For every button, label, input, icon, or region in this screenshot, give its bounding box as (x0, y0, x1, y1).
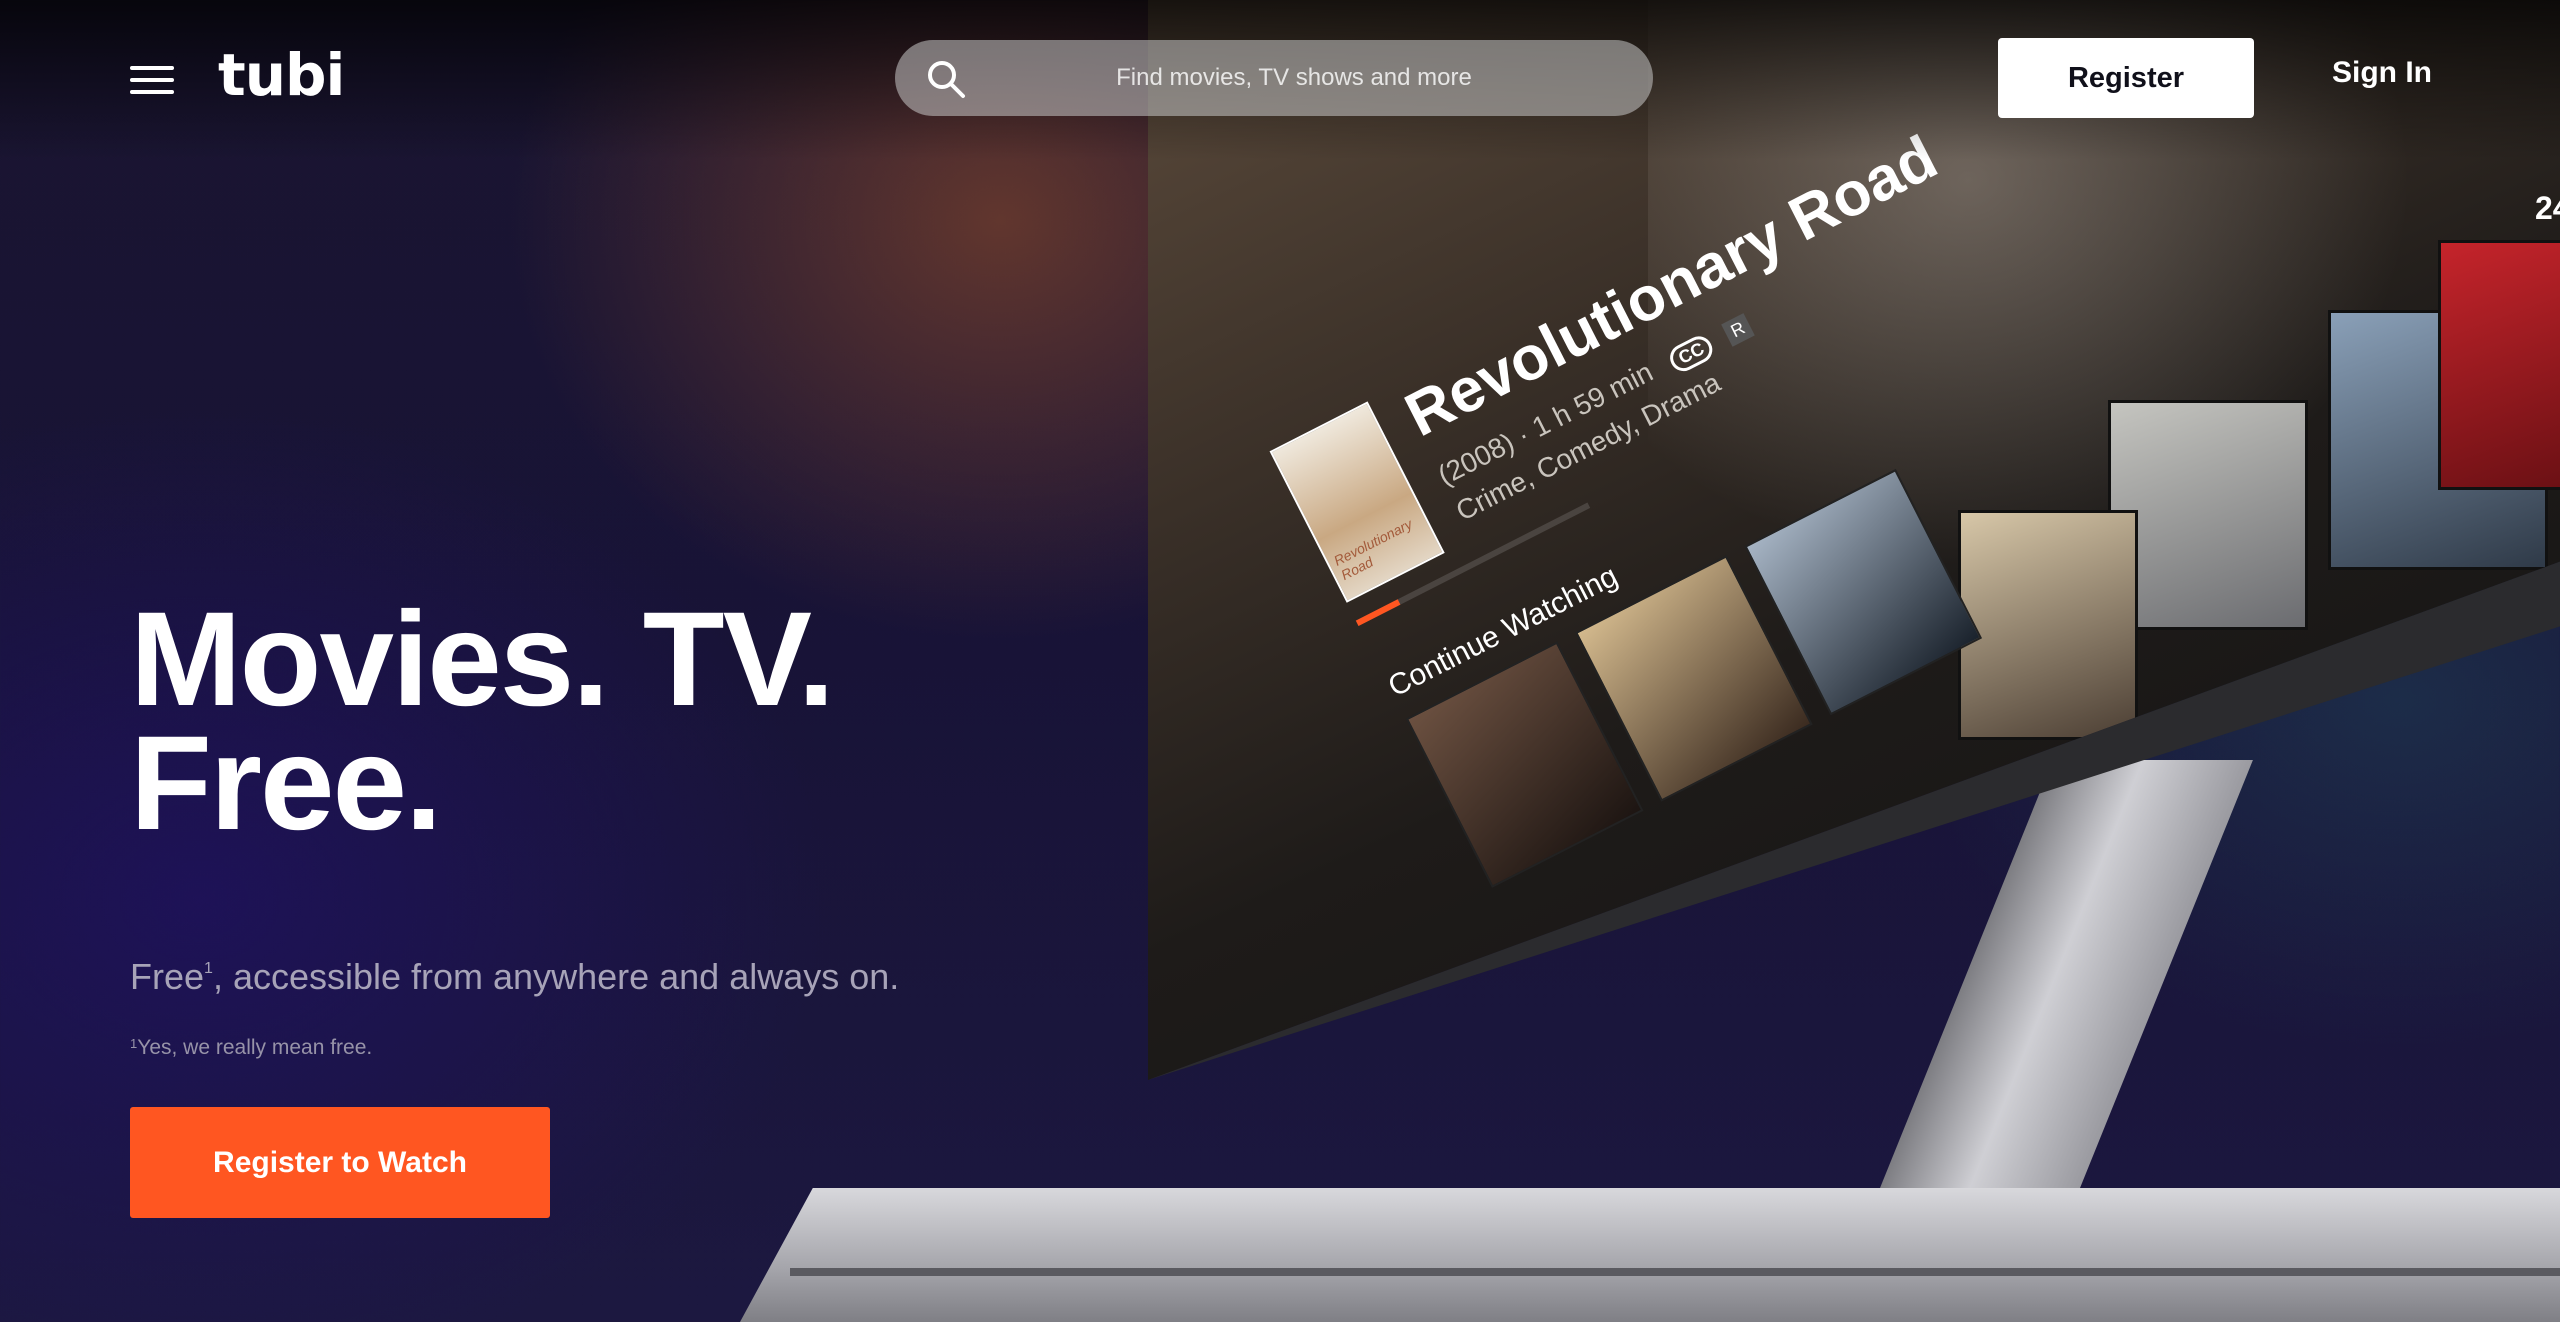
search-icon (928, 61, 965, 98)
menu-icon[interactable] (130, 66, 174, 94)
tubi-logo[interactable]: tubi (218, 40, 345, 110)
tv-corner-text: 24 (2535, 190, 2560, 226)
search-bar[interactable] (895, 40, 1653, 116)
poster-title: Revolutionary Road (1331, 515, 1415, 584)
rating-badge: R (1721, 313, 1755, 347)
footnote-text: Yes, we really mean free. (137, 1036, 373, 1059)
hero-title-line1: Movies. TV. (130, 585, 835, 734)
footnote-marker: 1 (204, 960, 213, 977)
search-input[interactable] (895, 40, 1653, 116)
hero-title-line2: Free. (130, 709, 442, 858)
tv-base (740, 1188, 2560, 1322)
top-nav: tubi Register Sign In (0, 0, 2560, 160)
watch-progress-fill (1355, 599, 1401, 626)
hero-subtitle-pre: Free (130, 956, 205, 997)
hero-subtitle-post: , accessible from anywhere and always on… (212, 956, 900, 997)
register-button[interactable]: Register (1998, 38, 2254, 118)
register-to-watch-button[interactable]: Register to Watch (130, 1107, 550, 1218)
tv-base-edge (790, 1268, 2560, 1276)
footnote: 1Yes, we really mean free. (130, 1036, 372, 1060)
hero-title: Movies. TV. Free. (130, 585, 835, 858)
sign-in-link[interactable]: Sign In (2332, 56, 2432, 90)
hero-subtitle: Free1, accessible from anywhere and alwa… (130, 956, 899, 998)
